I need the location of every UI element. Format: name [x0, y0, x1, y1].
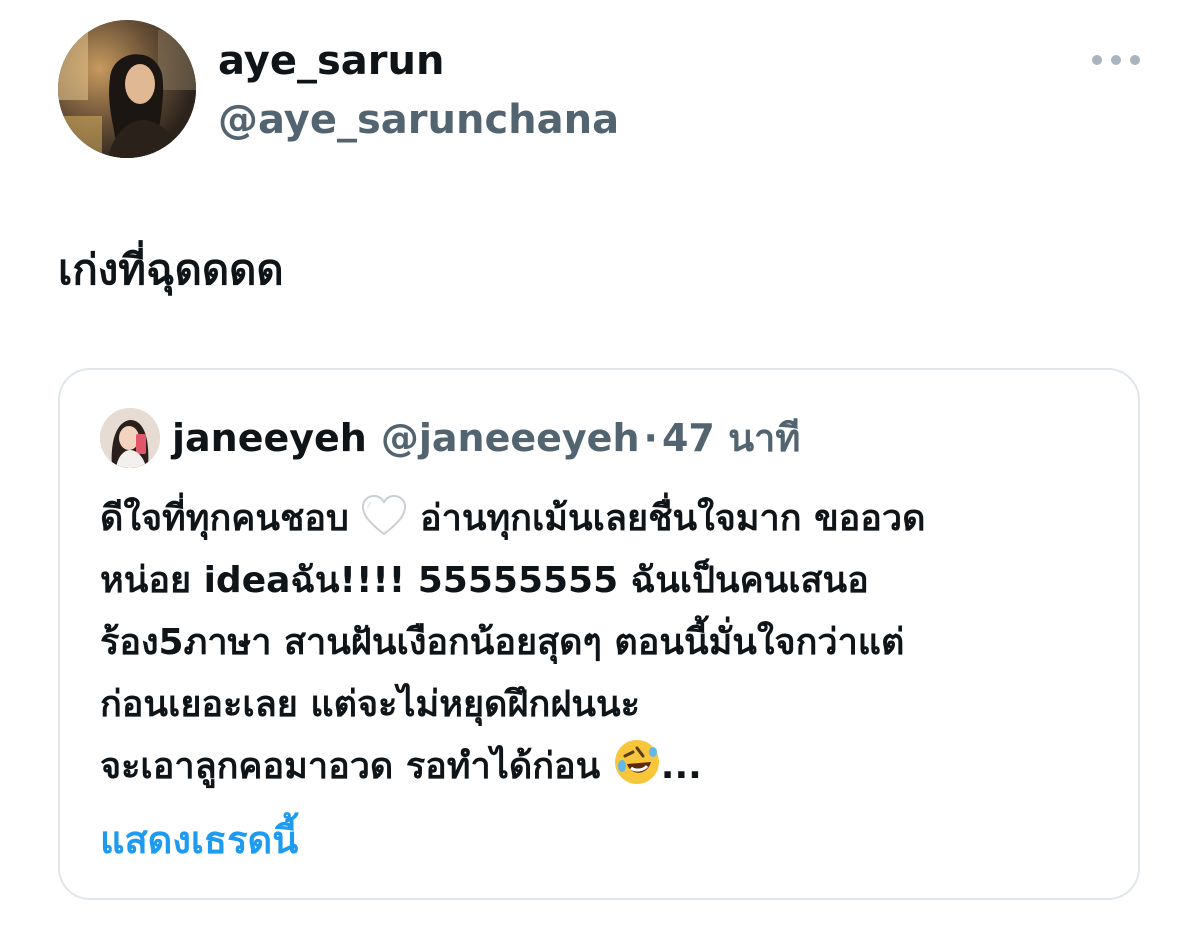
author-avatar-image: [58, 20, 196, 158]
more-options-button[interactable]: [1092, 48, 1140, 72]
more-horizontal-icon-dot: [1111, 55, 1121, 65]
quoted-handle[interactable]: @janeeeyeh: [381, 416, 640, 460]
body-line: ร้อง5ภาษา สานฝันเงือกน้อยสุดๆ ตอนนี้มั่น…: [100, 622, 905, 663]
body-text: อ่านทุกเม้นเลยชื่นใจมาก ขออวด: [420, 498, 926, 539]
quoted-timestamp[interactable]: 47 นาที: [662, 416, 800, 460]
body-ellipsis: ...: [660, 746, 702, 787]
body-line: ก่อนเยอะเลย แต่จะไม่หยุดฝึกฝนนะ: [100, 684, 640, 725]
quoted-author-avatar[interactable]: [100, 408, 160, 468]
header-separator: ·: [643, 416, 658, 460]
tweet-text: เก่งที่ฉุดดดด: [58, 245, 284, 294]
quoted-tweet-card[interactable]: janeeyeh @janeeeyeh · 47 นาที ดีใจที่ทุกคนช…: [58, 368, 1140, 900]
author-display-name[interactable]: aye_sarun: [218, 36, 444, 86]
quoted-author-avatar-image: [100, 408, 160, 468]
quoted-display-name[interactable]: janeeyeh: [172, 416, 367, 460]
body-text: ดีใจที่ทุกคนชอบ: [100, 498, 349, 539]
body-line: จะเอาลูกคอมาอวด รอทำได้ก่อน ...: [100, 736, 1110, 798]
author-avatar[interactable]: [58, 20, 196, 158]
author-handle[interactable]: @aye_sarunchana: [218, 95, 619, 145]
show-thread-link[interactable]: แสดงเธรดนี้: [100, 814, 298, 866]
more-horizontal-icon-dot: [1130, 55, 1140, 65]
body-line: ดีใจที่ทุกคนชอบ อ่านทุกเม้นเลยชื่นใจมาก …: [100, 488, 1110, 550]
body-line: หน่อย ideaฉัน!!!! 55555555 ฉันเป็นคนเสนอ: [100, 560, 869, 601]
quoted-tweet-header: janeeyeh @janeeeyeh · 47 นาที: [172, 412, 800, 464]
more-horizontal-icon: [1092, 55, 1102, 65]
white-heart-icon: [362, 494, 407, 536]
body-text: จะเอาลูกคอมาอวด รอทำได้ก่อน: [100, 746, 601, 787]
rolling-laughing-face-icon: [614, 740, 659, 784]
quoted-tweet-body: ดีใจที่ทุกคนชอบ อ่านทุกเม้นเลยชื่นใจมาก …: [100, 488, 1110, 798]
